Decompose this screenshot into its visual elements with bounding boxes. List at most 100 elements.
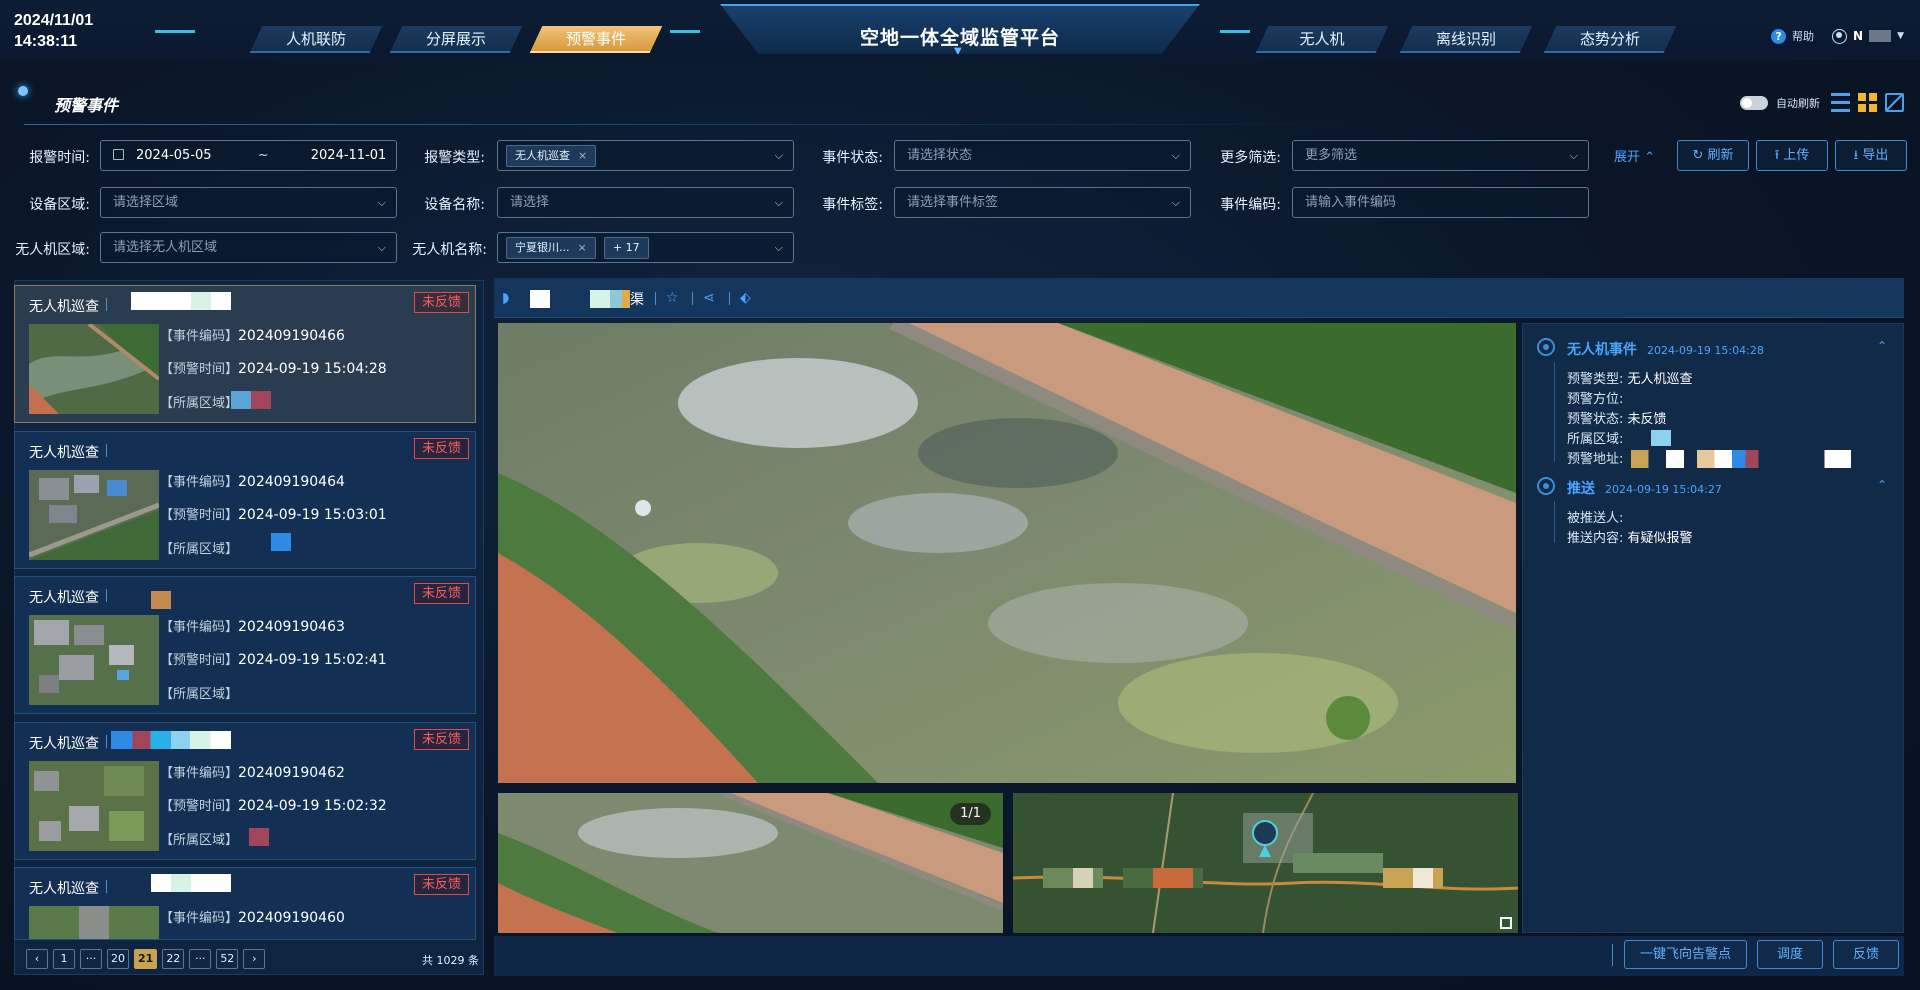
refresh-button[interactable]: ↻ 刷新 <box>1677 140 1749 171</box>
share-icon[interactable]: ⋖ <box>703 291 718 306</box>
user-icon[interactable] <box>1832 28 1848 44</box>
event-code-line: 【事件编码】202409190466 <box>160 328 345 344</box>
device-area-select[interactable]: 请选择区域 ⌵ <box>100 187 397 218</box>
image-counter: 1/1 <box>950 803 991 825</box>
fullscreen-icon[interactable] <box>1500 917 1512 929</box>
event-card[interactable]: 无人机巡查 未反馈 【事件编码】202409190466 【预警时间】2024-… <box>14 285 476 423</box>
page-title: 预警事件 <box>54 96 119 115</box>
export-button[interactable]: ⭳ 导出 <box>1835 140 1907 171</box>
more-filter-select[interactable]: 更多筛选 ⌵ <box>1292 140 1589 171</box>
grid-icon[interactable] <box>1858 93 1877 112</box>
tab-situation-analysis[interactable]: 态势分析 <box>1543 26 1677 53</box>
detail-title: 渠 <box>630 292 644 308</box>
help-icon[interactable]: ? <box>1771 28 1787 44</box>
header-deco <box>155 30 195 33</box>
event-area-line: 【所属区域】 <box>160 687 239 702</box>
page-button[interactable]: 1 <box>53 949 75 969</box>
drone-area-select[interactable]: 请选择无人机区域 ⌵ <box>100 232 397 263</box>
close-icon[interactable]: × <box>578 241 587 254</box>
event-card[interactable]: 无人机巡查 未反馈 【事件编码】202409190460 <box>14 867 476 940</box>
map-icon[interactable] <box>1885 93 1904 112</box>
device-area-label: 设备区域: <box>29 197 90 213</box>
event-tag-select[interactable]: 请选择事件标签 ⌵ <box>894 187 1191 218</box>
event-type: 无人机巡查 <box>29 445 99 461</box>
help-link[interactable]: 帮助 <box>1792 28 1814 44</box>
status-badge: 未反馈 <box>413 292 469 313</box>
event-sub-image[interactable]: 1/1 <box>498 793 1003 933</box>
tab-offline-recognition[interactable]: 离线识别 <box>1399 26 1533 53</box>
push-icon <box>1537 477 1555 495</box>
drone-event-title: 无人机事件 2024-09-19 15:04:28 <box>1567 342 1764 358</box>
satellite-icon <box>18 86 28 96</box>
chevron-down-icon[interactable]: ▼ <box>1897 31 1904 41</box>
auto-refresh-toggle[interactable] <box>1740 96 1768 110</box>
alarm-type-select[interactable]: 无人机巡查 × ⌵ <box>497 140 794 171</box>
event-thumbnail[interactable] <box>29 761 159 851</box>
page-ellipsis[interactable]: ··· <box>80 949 102 969</box>
drone-name-select[interactable]: 宁夏银川... × + 17 ⌵ <box>497 232 794 263</box>
date-range-picker[interactable]: 2024-05-05 ~ 2024-11-01 <box>100 140 397 171</box>
prev-page-button[interactable]: ‹ <box>26 949 48 969</box>
fly-to-alarm-button[interactable]: 一键飞向告警点 <box>1624 940 1747 969</box>
tab-warning-events[interactable]: 预警事件 <box>529 26 663 53</box>
page-button[interactable]: 22 <box>162 949 185 969</box>
event-code-input[interactable]: 请输入事件编码 <box>1292 187 1589 218</box>
feedback-button[interactable]: 反馈 <box>1833 940 1899 969</box>
chevron-down-icon[interactable]: ▼ <box>954 46 962 54</box>
redacted-mosaic <box>151 874 231 892</box>
divider <box>655 292 656 305</box>
page-button-current[interactable]: 21 <box>134 949 158 969</box>
dispatch-button[interactable]: 调度 <box>1757 940 1823 969</box>
star-icon[interactable]: ☆ <box>666 291 681 306</box>
tag-icon[interactable]: ⬖ <box>740 291 755 306</box>
user-name[interactable]: N <box>1853 29 1863 43</box>
current-time: 14:38:11 <box>14 33 78 50</box>
info-row: 推送内容: 有疑似报警 <box>1567 531 1693 546</box>
event-main-image[interactable] <box>498 323 1516 783</box>
redacted-mosaic <box>151 591 171 609</box>
page-ellipsis[interactable]: ··· <box>189 949 212 969</box>
pagination: ‹ 1 ··· 20 21 22 ··· 52 › <box>26 949 266 969</box>
event-thumbnail[interactable] <box>29 906 159 939</box>
upload-button[interactable]: ⭱ 上传 <box>1756 140 1828 171</box>
redacted-mosaic <box>271 533 291 551</box>
collapse-icon[interactable]: ⌃ <box>1877 339 1887 353</box>
next-page-button[interactable]: › <box>243 949 266 969</box>
event-card[interactable]: 无人机巡查 未反馈 【事件编码】202409190462 【预警时间】2024-… <box>14 722 476 860</box>
drone-event-icon <box>1537 338 1555 356</box>
chevron-down-icon: ⌵ <box>1171 149 1180 162</box>
expand-link[interactable]: 展开 ⌃ <box>1614 146 1655 165</box>
event-card[interactable]: 无人机巡查 未反馈 【事件编码】202409190464 【预警时间】2024-… <box>14 431 476 569</box>
tab-drone[interactable]: 无人机 <box>1255 26 1389 53</box>
event-time-line: 【预警时间】2024-09-19 15:03:01 <box>160 507 387 523</box>
event-status-select[interactable]: 请选择状态 ⌵ <box>894 140 1191 171</box>
event-thumbnail[interactable] <box>29 324 159 414</box>
divider <box>106 589 107 602</box>
divider <box>106 444 107 457</box>
datetime: 2024/11/01 14:38:11 <box>14 10 93 52</box>
more-filter-label: 更多筛选: <box>1220 150 1281 166</box>
event-area-line: 【所属区域】 <box>160 542 239 557</box>
device-name-select[interactable]: 请选择 ⌵ <box>497 187 794 218</box>
event-type: 无人机巡查 <box>29 590 99 606</box>
close-icon[interactable]: × <box>578 149 587 162</box>
list-icon[interactable] <box>1831 93 1850 112</box>
event-thumbnail[interactable] <box>29 615 159 705</box>
chevron-up-icon: ⌃ <box>1644 150 1656 165</box>
status-badge: 未反馈 <box>413 874 469 895</box>
push-title: 推送 2024-09-19 15:04:27 <box>1567 481 1722 497</box>
collapse-icon[interactable]: ⌃ <box>1877 478 1887 492</box>
info-row: 预警地址: <box>1567 452 1624 467</box>
page-button[interactable]: 20 <box>107 949 129 969</box>
event-type: 无人机巡查 <box>29 736 99 752</box>
event-map-thumbnail[interactable] <box>1013 793 1518 933</box>
event-thumbnail[interactable] <box>29 470 159 560</box>
info-row: 被推送人: <box>1567 511 1624 526</box>
tab-split-screen[interactable]: 分屏展示 <box>389 26 523 53</box>
timeline-line <box>1554 501 1555 543</box>
page-button[interactable]: 52 <box>216 949 239 969</box>
tab-joint-defense[interactable]: 人机联防 <box>249 26 383 53</box>
divider <box>729 292 730 305</box>
alarm-type-tag: 无人机巡查 × <box>506 145 597 167</box>
event-card[interactable]: 无人机巡查 未反馈 【事件编码】202409190463 【预警时间】2024-… <box>14 576 476 714</box>
